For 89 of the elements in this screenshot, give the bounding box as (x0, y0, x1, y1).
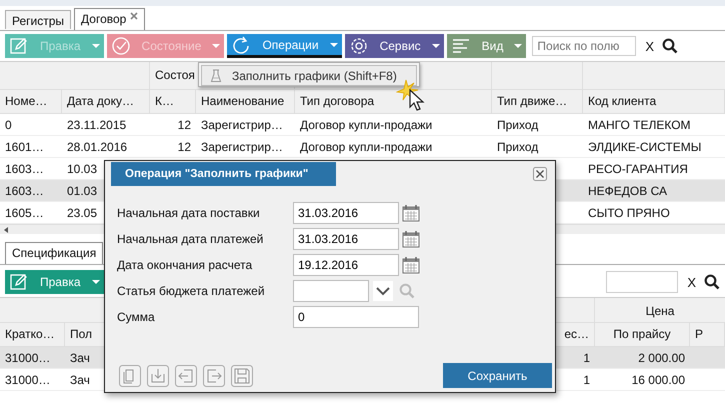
caret-icon (92, 280, 100, 284)
close-icon[interactable] (130, 12, 138, 20)
table-cell: 1603… (5, 184, 44, 198)
save-button[interactable]: Сохранить (443, 363, 552, 388)
calendar-icon[interactable] (402, 256, 420, 274)
column-header[interactable]: Р (690, 323, 725, 346)
field-label: Начальная дата поставки (117, 206, 261, 220)
table-cell: 2 000.00 (638, 350, 685, 364)
table-cell: 12 (178, 118, 191, 132)
calendar-icon[interactable] (402, 230, 420, 248)
calendar-icon[interactable] (402, 204, 420, 222)
date-field[interactable]: 19.12.2016 (293, 254, 399, 276)
table-cell: 23.11.2015 (67, 118, 126, 132)
field-label: Сумма (117, 310, 156, 324)
clear-button[interactable]: X (687, 274, 696, 290)
save-icon[interactable] (231, 364, 253, 386)
toolbar-button[interactable]: Сервис (344, 34, 444, 58)
caret-icon (330, 42, 338, 46)
date-field[interactable]: 31.03.2016 (293, 228, 399, 250)
table-cell: 23.05 (67, 206, 98, 220)
table-cell: Зач (70, 350, 90, 364)
table-cell: НЕФЕДОВ СА (588, 184, 668, 198)
column-group-header: Цена (646, 304, 674, 318)
column-header[interactable]: Код клиента (583, 90, 725, 113)
search-field[interactable]: Поиск по полю (532, 36, 636, 56)
search-icon[interactable] (704, 274, 720, 290)
clear-button[interactable]: X (645, 38, 654, 54)
select-field[interactable] (293, 280, 369, 302)
column-header[interactable]: Кратко… (0, 323, 65, 346)
table-cell: 0 (5, 118, 12, 132)
table-cell: Договор купли-продажи (300, 140, 432, 154)
caret-icon (212, 44, 220, 48)
table-cell: Зач (70, 372, 90, 386)
table-cell: 31000… (5, 372, 50, 386)
table-cell: 28.01.2016 (67, 140, 128, 154)
table-cell: Договор купли-продажи (300, 118, 432, 132)
table-cell: 12 (178, 140, 191, 154)
gear-icon (348, 36, 369, 56)
column-header[interactable]: По прайсу (595, 323, 690, 346)
table-cell: Приход (497, 140, 538, 154)
table-cell: 1 (583, 350, 590, 364)
column-header[interactable]: Дата доку… (62, 90, 150, 113)
flask-icon (210, 68, 222, 82)
column-header[interactable]: К… (150, 90, 196, 113)
tab[interactable]: Регистры (5, 10, 72, 29)
table-cell: 1601… (5, 140, 44, 154)
table-cell: 01.03 (67, 184, 98, 198)
caret-icon (432, 44, 440, 48)
caret-icon (92, 44, 100, 48)
table-cell: Приход (497, 118, 538, 132)
pencil-icon (9, 272, 29, 292)
table-cell: 1603… (5, 162, 44, 176)
column-group-header: Состоя (155, 68, 195, 82)
toolbar-button[interactable]: Правка (5, 270, 104, 294)
check-circle-icon (110, 36, 131, 56)
field-label: Дата окончания расчета (117, 258, 254, 272)
chevron-down-icon[interactable] (373, 280, 393, 300)
table-cell: 1 (583, 372, 590, 386)
copy-icon[interactable] (119, 364, 141, 386)
search-icon[interactable] (662, 38, 678, 54)
table-cell: Зарегистрир… (201, 118, 283, 132)
table-cell: 10.03 (67, 162, 98, 176)
caret-icon (514, 44, 522, 48)
search-field[interactable] (606, 271, 678, 293)
close-icon[interactable] (533, 167, 547, 181)
table-cell: МАНГО ТЕЛЕКОМ (588, 118, 691, 132)
column-header[interactable]: Наименование (196, 90, 295, 113)
pencil-icon (9, 36, 29, 56)
tab[interactable]: Договор (74, 8, 146, 30)
dialog-title: Операция "Заполнить графики" (111, 162, 336, 186)
column-header[interactable]: Номе… (0, 90, 62, 113)
table-cell: 31000… (5, 350, 50, 364)
column-header[interactable]: Тип движе… (492, 90, 583, 113)
table-cell: 16 000.00 (632, 372, 685, 386)
table-cell: СЫТО ПРЯНО (588, 206, 670, 220)
export-icon[interactable] (203, 364, 225, 386)
download-icon[interactable] (147, 364, 169, 386)
tab[interactable]: Спецификация (5, 242, 104, 264)
date-field[interactable]: 31.03.2016 (293, 202, 399, 224)
input-field[interactable]: 0 (293, 306, 419, 328)
table-cell: Зарегистрир… (201, 140, 283, 154)
field-label: Статья бюджета платежей (117, 284, 266, 298)
field-label: Начальная дата платежей (117, 232, 264, 246)
menu-item[interactable]: Заполнить графики (Shift+F8) (201, 65, 417, 86)
table-cell: РЕСО-ГАРАНТИЯ (588, 162, 688, 176)
import-icon[interactable] (175, 364, 197, 386)
table-cell: 1605… (5, 206, 44, 220)
table-cell: ЭЛДИКЕ-СИСТЕМЫ (588, 140, 702, 154)
refresh-icon (231, 34, 252, 54)
